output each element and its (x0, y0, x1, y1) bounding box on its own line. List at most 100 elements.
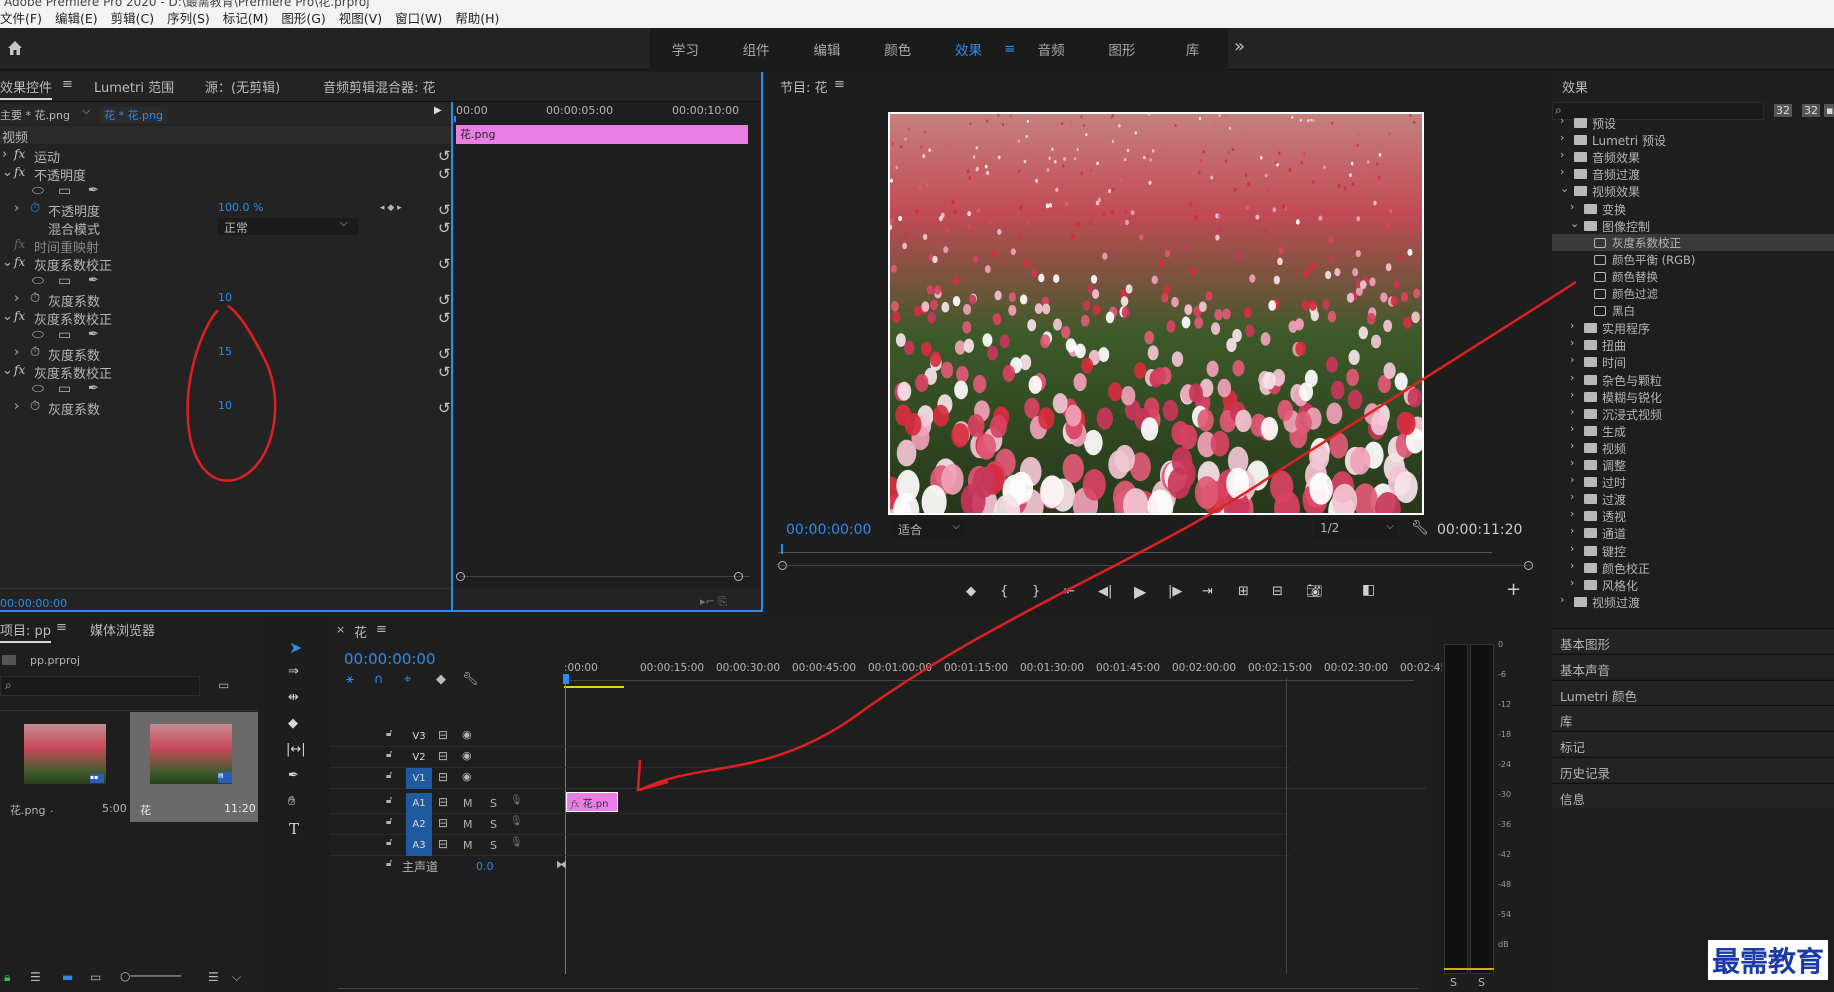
stopwatch-icon[interactable]: ⏱ (30, 201, 40, 216)
home-icon[interactable] (6, 39, 24, 57)
track-output-icon[interactable]: ⊟ (438, 770, 448, 784)
effect-controls-timecode[interactable]: 00:00:00:00 (0, 597, 67, 610)
effects-section-header[interactable]: 历史记录 (1552, 757, 1834, 782)
track-target-button[interactable]: V2 (406, 747, 432, 768)
track-output-icon[interactable]: ⊟ (438, 795, 448, 809)
track-output-icon[interactable]: ⊟ (438, 728, 448, 742)
workspace-tab[interactable]: 音频 (1016, 39, 1087, 59)
effects-tree-item[interactable]: ⌄ 图像控制 (1552, 217, 1834, 234)
effects-tree-item[interactable]: 颜色平衡 (RGB) (1552, 251, 1834, 268)
workspace-more-icon[interactable]: » (1234, 36, 1245, 57)
effects-tree-item[interactable]: › 实用程序 (1552, 319, 1834, 336)
tab-audio-clip-mixer[interactable]: 音频剪辑混合器: 花 (323, 77, 436, 96)
effects-tree-item[interactable]: › 变换 (1552, 200, 1834, 217)
expand-arrow-icon[interactable]: ⌄ (2, 255, 13, 270)
expand-arrow-icon[interactable]: › (14, 345, 19, 360)
effects-tree-item[interactable]: › 风格化 (1552, 576, 1834, 593)
gamma-value[interactable]: 15 (218, 345, 232, 358)
project-item-sequence[interactable]: ▤ 花 11:20 (130, 712, 258, 822)
go-to-in-icon[interactable]: ⇤ (1064, 584, 1075, 599)
timeline-tab[interactable]: 花 (354, 622, 367, 641)
effects-section-header[interactable]: 信息 (1552, 782, 1834, 808)
track-output-icon[interactable]: ⊟ (438, 749, 448, 763)
pen-mask-icon[interactable]: ✒ (88, 381, 99, 396)
reset-icon[interactable]: ↺ (438, 201, 451, 219)
add-button-icon[interactable]: + (1506, 579, 1521, 600)
workspace-menu-icon[interactable]: ≡ (1004, 41, 1016, 57)
track-target-button[interactable]: V1 (406, 768, 432, 789)
expand-arrow-icon[interactable]: ⌄ (2, 165, 13, 180)
track-target-button[interactable]: A2 (406, 814, 432, 835)
effects-tree-item[interactable]: › 音频过渡 (1552, 165, 1834, 182)
stopwatch-icon[interactable]: ⏱ (30, 399, 40, 414)
project-search-input[interactable]: ⌕ (0, 676, 200, 696)
track-target-button[interactable]: A3 (406, 835, 432, 856)
effects-tree-item[interactable]: › 杂色与颗粒 (1552, 371, 1834, 388)
expand-arrow-icon[interactable]: › (14, 291, 19, 306)
master-clip-label[interactable]: 主要 * 花.png (0, 107, 70, 123)
effects-tree-item[interactable]: › 过时 (1552, 473, 1834, 490)
track-output-icon[interactable]: ⊟ (438, 816, 448, 830)
resolution-dropdown[interactable]: 1/2 ⌵ (1314, 520, 1398, 538)
mark-out-icon[interactable]: } (1032, 584, 1040, 599)
tab-media-browser[interactable]: 媒体浏览器 (90, 620, 155, 639)
reset-icon[interactable]: ↺ (438, 363, 451, 381)
gamma-value[interactable]: 10 (218, 291, 232, 304)
tab-lumetri-scopes[interactable]: Lumetri 范围 (94, 77, 174, 96)
keyframe-nav-icon[interactable]: ◂ ◆ ▸ (380, 203, 402, 213)
menu-item[interactable]: 剪辑(C) (111, 8, 159, 27)
program-video-frame[interactable] (888, 112, 1424, 515)
play-icon[interactable]: ▶ (1134, 582, 1146, 601)
effects-tree-item[interactable]: › 通道 (1552, 524, 1834, 541)
tab-effect-controls[interactable]: 效果控件 (0, 77, 53, 100)
expand-arrow-icon[interactable]: › (1570, 439, 1574, 452)
reset-icon[interactable]: ↺ (438, 255, 451, 273)
reset-icon[interactable]: ↺ (438, 345, 451, 363)
workspace-tab[interactable]: 颜色 (862, 39, 933, 59)
expand-arrow-icon[interactable]: › (14, 399, 19, 414)
menu-item[interactable]: 视图(V) (339, 8, 387, 27)
solo-button[interactable]: S (490, 818, 497, 831)
effects-tree-item[interactable]: › 过渡 (1552, 490, 1834, 507)
razor-tool-icon[interactable]: ◆ (288, 716, 298, 731)
effects-tree-item[interactable]: › 模糊与锐化 (1552, 388, 1834, 405)
mark-in-icon[interactable]: { (1000, 584, 1008, 599)
mute-button[interactable]: M (463, 839, 473, 852)
stopwatch-icon[interactable]: ⏱ (30, 345, 40, 360)
type-tool-icon[interactable]: T (289, 820, 299, 838)
rect-mask-icon[interactable]: ▭ (58, 183, 71, 199)
expand-arrow-icon[interactable]: ⌄ (2, 309, 13, 324)
effects-section-header[interactable]: 基本声音 (1552, 653, 1834, 679)
lock-icon[interactable]: 🔓︎ (386, 837, 392, 848)
expand-arrow-icon[interactable]: › (1560, 114, 1564, 127)
timeline-playhead-head[interactable] (563, 674, 569, 684)
track-target-button[interactable]: A1 (406, 793, 432, 814)
eye-icon[interactable]: ◉ (462, 728, 472, 741)
nest-icon[interactable]: ⚹ (346, 672, 354, 687)
reset-icon[interactable]: ↺ (438, 309, 451, 327)
effects-tree-item[interactable]: › 生成 (1552, 422, 1834, 439)
gamma-value[interactable]: 10 (218, 399, 232, 412)
expand-arrow-icon[interactable]: › (1560, 165, 1564, 178)
effects-tree-item[interactable]: ⌄ 视频效果 (1552, 182, 1834, 199)
add-marker-icon[interactable]: ◆ (436, 672, 446, 687)
effects-tree-item[interactable]: › 时间 (1552, 353, 1834, 370)
program-title[interactable]: 节目: 花 (780, 77, 828, 96)
compare-view-icon[interactable]: ◧ (1362, 582, 1375, 598)
reset-icon[interactable]: ↺ (438, 165, 451, 183)
effects-tree-item[interactable]: › 调整 (1552, 456, 1834, 473)
lock-icon[interactable]: 🔓︎ (386, 858, 392, 869)
effects-tree-item[interactable]: › 键控 (1552, 542, 1834, 559)
slip-tool-icon[interactable]: |↔| (286, 742, 306, 757)
workspace-tab[interactable]: 编辑 (792, 39, 863, 59)
pen-mask-icon[interactable]: ✒ (88, 327, 99, 342)
expand-arrow-icon[interactable]: › (1570, 490, 1574, 503)
chevron-down-icon[interactable]: ⌵ (82, 104, 90, 118)
fit-dropdown[interactable]: 适合 ⌵ (892, 520, 964, 538)
zoom-bar[interactable] (778, 565, 1530, 566)
menu-item[interactable]: 帮助(H) (455, 8, 504, 27)
reset-icon[interactable]: ↺ (438, 291, 451, 309)
track-select-tool-icon[interactable]: ⇒ (288, 664, 299, 679)
effects-section-header[interactable]: 基本图形 (1552, 628, 1834, 653)
mic-icon[interactable]: 🎙︎ (510, 795, 523, 806)
